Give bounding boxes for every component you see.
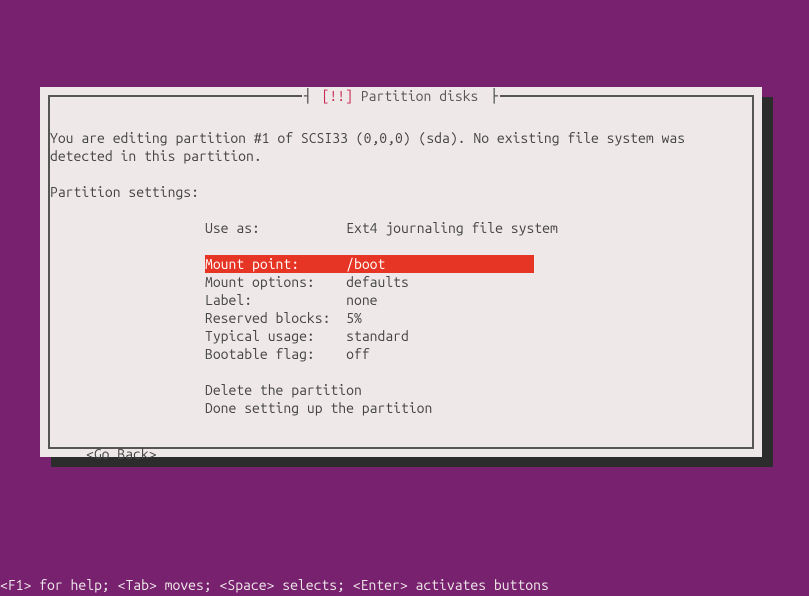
go-back-button[interactable]: <Go Back>: [86, 445, 752, 463]
action-delete-partition[interactable]: Delete the partition: [205, 381, 752, 399]
setting-typical-usage[interactable]: Typical usage: standard: [205, 327, 752, 345]
setting-mount-options[interactable]: Mount options: defaults: [205, 273, 752, 291]
actions-block: Delete the partition Done setting up the…: [205, 381, 752, 417]
settings-list: Use as: Ext4 journaling file system Moun…: [205, 219, 752, 417]
setting-label[interactable]: Label: none: [205, 291, 752, 309]
help-bar: <F1> for help; <Tab> moves; <Space> sele…: [0, 576, 549, 594]
title-text: Partition disks: [353, 88, 488, 104]
partition-dialog: ┤ [!!] Partition disks ├ You are editing…: [40, 87, 762, 457]
intro-line-1: You are editing partition #1 of SCSI33 (…: [50, 129, 752, 147]
dialog-title: ┤ [!!] Partition disks ├: [50, 87, 752, 105]
setting-mount-point[interactable]: Mount point: /boot: [205, 255, 752, 273]
settings-heading: Partition settings:: [50, 183, 752, 201]
setting-reserved-blocks[interactable]: Reserved blocks: 5%: [205, 309, 752, 327]
title-warning: [!!]: [322, 88, 353, 104]
setting-use-as[interactable]: Use as: Ext4 journaling file system: [205, 219, 752, 237]
intro-line-2: detected in this partition.: [50, 147, 752, 165]
action-done-setting-up[interactable]: Done setting up the partition: [205, 399, 752, 417]
dialog-content: You are editing partition #1 of SCSI33 (…: [50, 129, 752, 463]
setting-bootable-flag[interactable]: Bootable flag: off: [205, 345, 752, 363]
